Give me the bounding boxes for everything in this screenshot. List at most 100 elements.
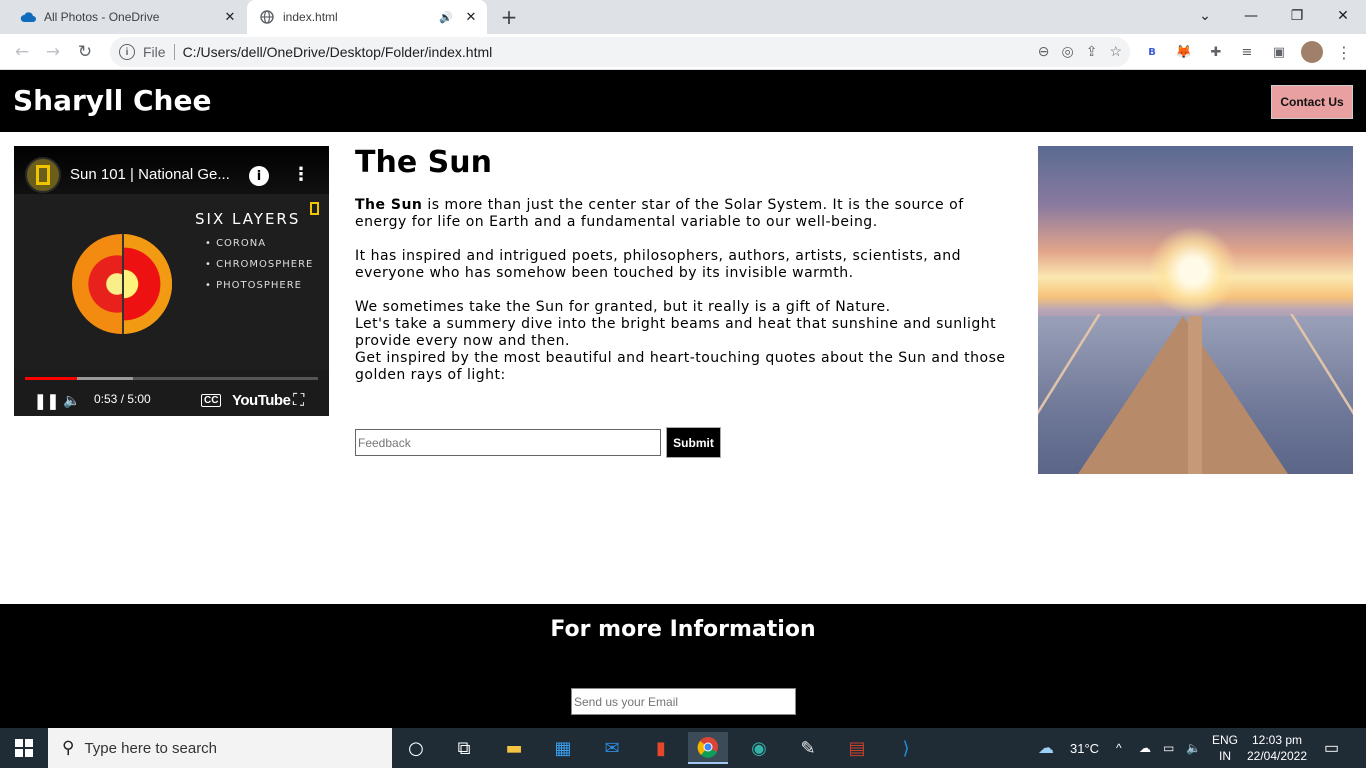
bookmark-star-icon[interactable]: ☆ xyxy=(1109,43,1122,60)
share-icon[interactable]: ⇪ xyxy=(1086,43,1098,60)
forward-arrow-icon[interactable]: → xyxy=(40,39,66,65)
winrar-icon[interactable]: ▤ xyxy=(837,732,877,764)
article-line: Get inspired by the most beautiful and h… xyxy=(355,350,1006,383)
vscode-icon[interactable]: ⟩ xyxy=(886,732,926,764)
article-paragraph-1-text: is more than just the center star of the… xyxy=(355,197,964,230)
back-arrow-icon[interactable]: ← xyxy=(9,39,35,65)
office-icon[interactable]: ▮ xyxy=(641,732,681,764)
onedrive-tray-icon[interactable]: ☁ xyxy=(1139,728,1151,768)
onedrive-cloud-icon xyxy=(20,9,36,25)
clock-time: 12:03 pm xyxy=(1251,733,1303,747)
search-icon: ⚲ xyxy=(62,738,75,757)
video-progress-bar[interactable] xyxy=(25,377,318,380)
site-header: Sharyll Chee Contact Us xyxy=(0,70,1366,132)
tab-index-html[interactable]: index.html 🔊 ✕ xyxy=(247,0,487,34)
article-bold-lead: The Sun xyxy=(355,197,423,213)
address-bar[interactable]: i File C:/Users/dell/OneDrive/Desktop/Fo… xyxy=(110,37,1130,67)
show-hidden-icons-chevron-icon[interactable]: ^ xyxy=(1116,728,1122,768)
sunset-pier-image xyxy=(1038,146,1353,474)
fullscreen-icon[interactable]: ⛶ xyxy=(293,392,304,410)
video-title[interactable]: Sun 101 | National Ge... xyxy=(70,166,240,183)
article: The Sun The Sun is more than just the ce… xyxy=(355,146,1015,384)
sun-glow xyxy=(1148,226,1238,316)
article-line: We sometimes take the Sun for granted, b… xyxy=(355,299,891,315)
paint-icon[interactable]: ✎ xyxy=(788,732,828,764)
tab-onedrive[interactable]: All Photos - OneDrive ✕ xyxy=(8,0,246,34)
video-frame: SIX LAYERS • CORONA • CHROMOSPHERE • PHO… xyxy=(14,194,329,370)
speaker-icon[interactable]: 🔊 xyxy=(439,11,455,24)
reload-icon[interactable]: ↻ xyxy=(72,39,98,65)
browser-menu-icon[interactable]: ⋮ xyxy=(1333,41,1355,63)
region-code: IN xyxy=(1219,749,1231,763)
edge-icon[interactable]: ◉ xyxy=(739,732,779,764)
language-indicator[interactable]: ENG IN xyxy=(1212,728,1238,768)
close-window-icon[interactable]: ✕ xyxy=(1320,0,1366,32)
windows-logo-icon xyxy=(15,739,33,757)
pier-boardwalk xyxy=(1078,316,1288,474)
article-paragraph-2: It has inspired and intrigued poets, phi… xyxy=(355,248,962,281)
sun-cutaway-illustration xyxy=(122,234,172,334)
site-title: Sharyll Chee xyxy=(13,84,212,117)
natgeo-frame-icon xyxy=(310,202,319,215)
cortana-icon[interactable]: ○ xyxy=(396,732,436,764)
media-queue-icon[interactable]: ≡ xyxy=(1236,41,1258,63)
mail-icon[interactable]: ✉ xyxy=(592,732,632,764)
restore-icon[interactable]: ❐ xyxy=(1274,0,1320,32)
video-more-icon[interactable]: ⋮ xyxy=(292,164,310,185)
tab-close-icon[interactable]: ✕ xyxy=(461,7,481,27)
weather-cloud-icon[interactable]: ☁ xyxy=(1038,728,1054,768)
volume-tray-icon[interactable]: 🔈 xyxy=(1186,728,1201,768)
clock-date: 22/04/2022 xyxy=(1246,749,1308,763)
national-geographic-channel-icon[interactable] xyxy=(25,157,61,193)
address-path[interactable]: C:/Users/dell/OneDrive/Desktop/Folder/in… xyxy=(183,44,493,60)
address-divider xyxy=(173,44,175,60)
extensions-puzzle-icon[interactable]: ✚ xyxy=(1205,41,1227,63)
side-panel-icon[interactable]: ▣ xyxy=(1268,41,1290,63)
site-info-icon[interactable]: i xyxy=(119,44,135,60)
pause-icon[interactable]: ❚❚ xyxy=(34,392,59,410)
video-time: 0:53 / 5:00 xyxy=(94,392,151,406)
extension-b-icon[interactable]: B xyxy=(1141,41,1163,63)
tab-close-icon[interactable]: ✕ xyxy=(220,7,240,27)
taskbar-search-box[interactable]: ⚲ Type here to search xyxy=(48,728,392,768)
eye-off-icon[interactable]: ◎ xyxy=(1061,43,1073,60)
slide-heading: SIX LAYERS xyxy=(195,210,301,228)
tab-search-chevron-icon[interactable]: ⌄ xyxy=(1182,0,1228,32)
slide-item: • PHOTOSPHERE xyxy=(205,280,302,291)
pier-center xyxy=(1188,316,1202,474)
browser-tab-strip: All Photos - OneDrive ✕ index.html 🔊 ✕ +… xyxy=(0,0,1366,34)
clock[interactable]: 12:03 pm 22/04/2022 xyxy=(1246,728,1308,768)
article-line: Let's take a summery dive into the brigh… xyxy=(355,316,997,349)
start-button[interactable] xyxy=(0,728,48,768)
profile-avatar[interactable] xyxy=(1301,41,1323,63)
contact-us-button[interactable]: Contact Us xyxy=(1271,85,1353,119)
submit-button[interactable]: Submit xyxy=(666,427,721,458)
microsoft-store-icon[interactable]: ▦ xyxy=(543,732,583,764)
email-input[interactable] xyxy=(571,688,796,715)
browser-toolbar: ← → ↻ i File C:/Users/dell/OneDrive/Desk… xyxy=(0,34,1366,70)
captions-icon[interactable]: CC xyxy=(201,394,222,407)
task-view-icon[interactable]: ⧉ xyxy=(444,732,484,764)
file-explorer-icon[interactable]: ▬ xyxy=(494,732,534,764)
tab-title: index.html xyxy=(283,10,338,24)
new-tab-plus-icon[interactable]: + xyxy=(497,5,521,29)
feedback-input[interactable] xyxy=(355,429,661,456)
slide-item: • CORONA xyxy=(205,238,267,249)
chrome-icon[interactable] xyxy=(688,732,728,764)
volume-icon[interactable]: 🔈 xyxy=(63,392,80,409)
metamask-fox-icon[interactable]: 🦊 xyxy=(1173,41,1195,63)
video-info-icon[interactable]: i xyxy=(249,166,269,186)
video-played xyxy=(25,377,77,380)
article-paragraph-1: The Sun is more than just the center sta… xyxy=(355,197,1015,231)
battery-icon[interactable]: ▭ xyxy=(1163,728,1174,768)
notifications-icon[interactable]: ▭ xyxy=(1324,728,1339,768)
zoom-out-icon[interactable]: ⊖ xyxy=(1038,43,1050,60)
slide-item: • CHROMOSPHERE xyxy=(205,259,314,270)
windows-taskbar: ⚲ Type here to search ○ ⧉ ▬ ▦ ✉ ▮ ◉ ✎ ▤ … xyxy=(0,728,1366,768)
minimize-icon[interactable]: — xyxy=(1228,0,1274,32)
globe-icon xyxy=(259,9,275,25)
address-scheme: File xyxy=(143,44,166,60)
weather-temperature[interactable]: 31°C xyxy=(1070,728,1099,768)
youtube-logo[interactable]: YouTube xyxy=(232,392,291,409)
youtube-video-player[interactable]: Sun 101 | National Ge... i ⋮ SIX LAYERS … xyxy=(14,146,329,416)
